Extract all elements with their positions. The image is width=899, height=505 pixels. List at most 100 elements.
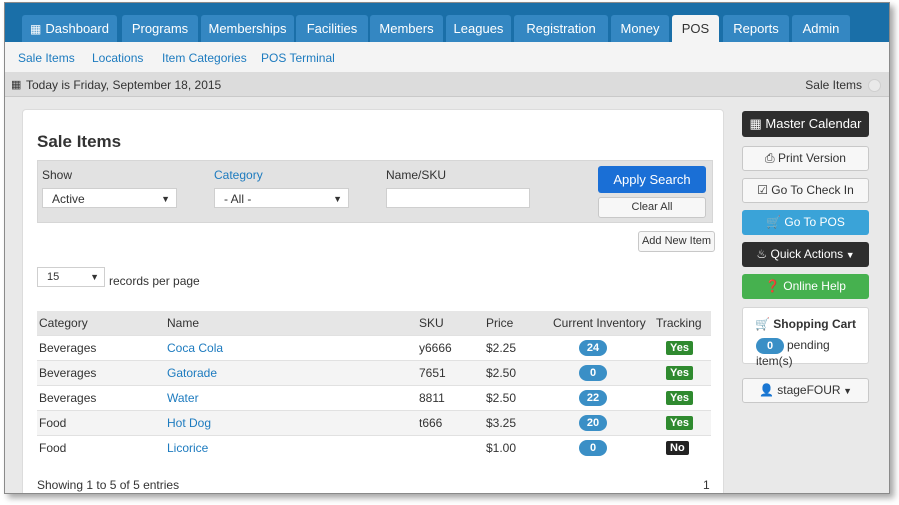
tab-memberships[interactable]: Memberships	[201, 15, 294, 42]
cell-price: $2.25	[484, 334, 551, 360]
name-sku-input[interactable]	[386, 188, 530, 208]
cell-price: $2.50	[484, 384, 551, 410]
date-text: Today is Friday, September 18, 2015	[26, 78, 222, 92]
cell-inventory: 22	[551, 384, 654, 410]
table-row: Beverages Coca Cola y6666 $2.25 24 Yes	[37, 334, 711, 360]
tab-dashboard[interactable]: ▦ Dashboard	[22, 15, 117, 42]
sale-items-panel: Sale Items Show Active ▼ Category - All -…	[22, 109, 724, 493]
tracking-badge: Yes	[666, 341, 693, 355]
caret-down-icon: ▼	[840, 386, 853, 396]
col-name[interactable]: Name	[165, 311, 417, 335]
cell-name: Water	[165, 384, 417, 410]
tab-leagues[interactable]: Leagues	[446, 15, 511, 42]
apply-search-button[interactable]: Apply Search	[598, 166, 706, 193]
clear-all-button[interactable]: Clear All	[598, 197, 706, 218]
showing-entries: Showing 1 to 5 of 5 entries	[37, 478, 180, 492]
cart-icon: 🛒	[766, 215, 785, 229]
tab-admin[interactable]: Admin	[792, 15, 850, 42]
print-icon: ⎙	[765, 151, 778, 165]
item-link[interactable]: Gatorade	[167, 366, 217, 380]
cell-price: $3.25	[484, 409, 551, 435]
table-row: Beverages Gatorade 7651 $2.50 0 Yes	[37, 359, 711, 385]
dashboard-icon: ▦	[30, 22, 42, 36]
cart-pending: 0 pending item(s)	[756, 338, 830, 368]
inventory-badge: 22	[579, 389, 607, 406]
page-number[interactable]: 1	[703, 478, 710, 492]
col-category[interactable]: Category	[37, 311, 165, 335]
breadcrumb: Sale Items	[805, 78, 881, 93]
tab-programs[interactable]: Programs	[122, 15, 198, 42]
cell-name: Licorice	[165, 434, 417, 460]
cell-sku: t666	[417, 409, 484, 435]
tab-money[interactable]: Money	[611, 15, 669, 42]
col-sku[interactable]: SKU	[417, 311, 484, 335]
tab-facilities[interactable]: Facilities	[296, 15, 368, 42]
col-inventory[interactable]: Current Inventory	[551, 311, 654, 335]
cell-category: Beverages	[37, 384, 165, 410]
sub-nav: Sale Items Locations Item Categories POS…	[5, 42, 889, 73]
cell-name: Coca Cola	[165, 334, 417, 360]
tab-reports[interactable]: Reports	[723, 15, 789, 42]
cart-icon: 🛒	[755, 317, 774, 331]
quick-actions-button[interactable]: ♨ Quick Actions ▼	[742, 242, 869, 267]
cell-price: $1.00	[484, 434, 551, 460]
caret-down-icon: ▼	[843, 250, 855, 260]
go-to-pos-button[interactable]: 🛒 Go To POS	[742, 210, 869, 235]
cell-inventory: 0	[551, 434, 654, 460]
cell-sku	[417, 434, 484, 460]
page-title: Sale Items	[37, 132, 122, 151]
tab-pos[interactable]: POS	[672, 15, 719, 42]
subnav-sale-items[interactable]: Sale Items	[18, 51, 75, 65]
show-label: Show	[42, 168, 73, 182]
online-help-button[interactable]: ❓ Online Help	[742, 274, 869, 299]
print-version-button[interactable]: ⎙ Print Version	[742, 146, 869, 171]
tracking-badge: No	[666, 441, 689, 455]
tab-members[interactable]: Members	[370, 15, 443, 42]
inventory-badge: 0	[579, 439, 607, 456]
app-window: ▦ Dashboard Programs Memberships Faciliti…	[4, 2, 890, 494]
cell-tracking: Yes	[654, 334, 711, 360]
col-price[interactable]: Price	[484, 311, 551, 335]
check-in-button[interactable]: ☑ Go To Check In	[742, 178, 869, 203]
subnav-locations[interactable]: Locations	[92, 51, 143, 65]
cell-name: Hot Dog	[165, 409, 417, 435]
cell-tracking: No	[654, 434, 711, 460]
category-label[interactable]: Category	[214, 168, 263, 182]
tracking-badge: Yes	[666, 416, 693, 430]
category-select[interactable]: - All - ▼	[214, 188, 349, 208]
subnav-item-categories[interactable]: Item Categories	[162, 51, 247, 65]
cell-tracking: Yes	[654, 359, 711, 385]
item-link[interactable]: Licorice	[167, 441, 208, 455]
inventory-badge: 0	[579, 364, 607, 381]
cell-category: Beverages	[37, 334, 165, 360]
per-page-select[interactable]: 15 ▼	[37, 267, 105, 287]
subnav-pos-terminal[interactable]: POS Terminal	[261, 51, 335, 65]
sale-items-table: Category Name SKU Price Current Inventor…	[37, 311, 711, 460]
shopping-cart: 🛒 Shopping Cart 0 pending item(s)	[742, 307, 869, 368]
col-tracking[interactable]: Tracking	[654, 311, 711, 335]
check-square-icon: ☑	[757, 183, 772, 197]
cell-inventory: 0	[551, 359, 654, 385]
date-bar: ▦ Today is Friday, September 18, 2015 Sa…	[5, 73, 889, 97]
caret-down-icon: ▼	[161, 194, 170, 204]
calendar-icon: ▦	[11, 79, 22, 91]
collapse-icon[interactable]	[868, 79, 881, 93]
add-new-item-button[interactable]: Add New Item	[638, 231, 715, 252]
show-select[interactable]: Active ▼	[42, 188, 177, 208]
tab-registration[interactable]: Registration	[514, 15, 608, 42]
caret-down-icon: ▼	[333, 194, 342, 204]
user-menu-button[interactable]: 👤 stageFOUR ▼	[742, 378, 869, 403]
item-link[interactable]: Coca Cola	[167, 341, 223, 355]
master-calendar-button[interactable]: ▦ Master Calendar	[742, 111, 869, 137]
cell-category: Food	[37, 434, 165, 460]
cart-title: 🛒 Shopping Cart	[755, 317, 856, 331]
top-nav: ▦ Dashboard Programs Memberships Faciliti…	[5, 3, 889, 42]
cell-inventory: 20	[551, 409, 654, 435]
cell-sku: y6666	[417, 334, 484, 360]
item-link[interactable]: Water	[167, 391, 199, 405]
cell-category: Beverages	[37, 359, 165, 385]
cell-sku: 7651	[417, 359, 484, 385]
item-link[interactable]: Hot Dog	[167, 416, 211, 430]
cell-name: Gatorade	[165, 359, 417, 385]
cell-inventory: 24	[551, 334, 654, 360]
